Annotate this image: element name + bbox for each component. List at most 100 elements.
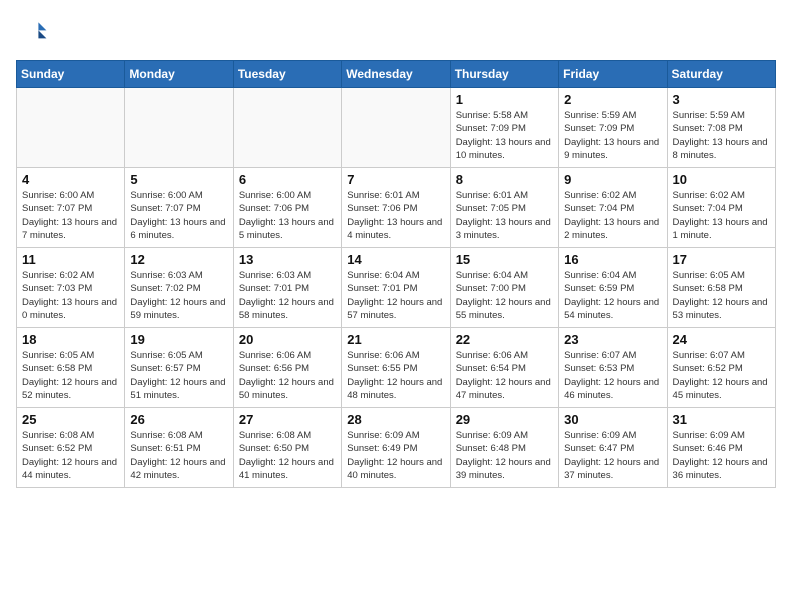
day-number: 5 bbox=[130, 172, 227, 187]
calendar-cell: 25 Sunrise: 6:08 AM Sunset: 6:52 PM Dayli… bbox=[17, 408, 125, 488]
cell-info: Sunrise: 6:02 AM Sunset: 7:04 PM Dayligh… bbox=[564, 189, 661, 242]
calendar-header-row: SundayMondayTuesdayWednesdayThursdayFrid… bbox=[17, 61, 776, 88]
day-number: 25 bbox=[22, 412, 119, 427]
calendar-cell: 1 Sunrise: 5:58 AM Sunset: 7:09 PM Daylig… bbox=[450, 88, 558, 168]
cell-info: Sunrise: 5:59 AM Sunset: 7:09 PM Dayligh… bbox=[564, 109, 661, 162]
calendar-week-2: 11 Sunrise: 6:02 AM Sunset: 7:03 PM Dayli… bbox=[17, 248, 776, 328]
day-number: 3 bbox=[673, 92, 770, 107]
cell-info: Sunrise: 6:09 AM Sunset: 6:48 PM Dayligh… bbox=[456, 429, 553, 482]
cell-info: Sunrise: 6:03 AM Sunset: 7:02 PM Dayligh… bbox=[130, 269, 227, 322]
day-number: 9 bbox=[564, 172, 661, 187]
weekday-header-wednesday: Wednesday bbox=[342, 61, 450, 88]
day-number: 20 bbox=[239, 332, 336, 347]
calendar-cell: 12Sunrise: 6:03 AM Sunset: 7:02 PM Dayli… bbox=[125, 248, 233, 328]
day-number: 11 bbox=[22, 252, 119, 267]
calendar-cell: 11 Sunrise: 6:02 AM Sunset: 7:03 PM Dayli… bbox=[17, 248, 125, 328]
cell-info: Sunrise: 6:00 AM Sunset: 7:06 PM Dayligh… bbox=[239, 189, 336, 242]
calendar-cell: 20 Sunrise: 6:06 AM Sunset: 6:56 PM Dayli… bbox=[233, 328, 341, 408]
day-number: 21 bbox=[347, 332, 444, 347]
cell-info: Sunrise: 6:00 AM Sunset: 7:07 PM Dayligh… bbox=[22, 189, 119, 242]
cell-info: Sunrise: 5:59 AM Sunset: 7:08 PM Dayligh… bbox=[673, 109, 770, 162]
calendar-cell: 31Sunrise: 6:09 AM Sunset: 6:46 PM Dayli… bbox=[667, 408, 775, 488]
day-number: 1 bbox=[456, 92, 553, 107]
logo bbox=[16, 16, 52, 48]
cell-info: Sunrise: 6:06 AM Sunset: 6:55 PM Dayligh… bbox=[347, 349, 444, 402]
cell-info: Sunrise: 6:07 AM Sunset: 6:53 PM Dayligh… bbox=[564, 349, 661, 402]
cell-info: Sunrise: 6:01 AM Sunset: 7:05 PM Dayligh… bbox=[456, 189, 553, 242]
calendar-cell: 6 Sunrise: 6:00 AM Sunset: 7:06 PM Daylig… bbox=[233, 168, 341, 248]
cell-info: Sunrise: 6:01 AM Sunset: 7:06 PM Dayligh… bbox=[347, 189, 444, 242]
calendar-cell: 4 Sunrise: 6:00 AM Sunset: 7:07 PM Daylig… bbox=[17, 168, 125, 248]
day-number: 7 bbox=[347, 172, 444, 187]
calendar-cell bbox=[342, 88, 450, 168]
cell-info: Sunrise: 6:07 AM Sunset: 6:52 PM Dayligh… bbox=[673, 349, 770, 402]
day-number: 6 bbox=[239, 172, 336, 187]
calendar-cell: 8Sunrise: 6:01 AM Sunset: 7:05 PM Daylig… bbox=[450, 168, 558, 248]
day-number: 30 bbox=[564, 412, 661, 427]
cell-info: Sunrise: 6:04 AM Sunset: 7:00 PM Dayligh… bbox=[456, 269, 553, 322]
calendar-cell: 21 Sunrise: 6:06 AM Sunset: 6:55 PM Dayli… bbox=[342, 328, 450, 408]
day-number: 4 bbox=[22, 172, 119, 187]
page-header bbox=[16, 16, 776, 48]
weekday-header-saturday: Saturday bbox=[667, 61, 775, 88]
calendar-week-4: 25 Sunrise: 6:08 AM Sunset: 6:52 PM Dayli… bbox=[17, 408, 776, 488]
cell-info: Sunrise: 6:09 AM Sunset: 6:49 PM Dayligh… bbox=[347, 429, 444, 482]
day-number: 18 bbox=[22, 332, 119, 347]
calendar-cell: 19 Sunrise: 6:05 AM Sunset: 6:57 PM Dayli… bbox=[125, 328, 233, 408]
cell-info: Sunrise: 6:00 AM Sunset: 7:07 PM Dayligh… bbox=[130, 189, 227, 242]
calendar-cell: 15 Sunrise: 6:04 AM Sunset: 7:00 PM Dayli… bbox=[450, 248, 558, 328]
calendar-cell: 13Sunrise: 6:03 AM Sunset: 7:01 PM Dayli… bbox=[233, 248, 341, 328]
day-number: 24 bbox=[673, 332, 770, 347]
calendar-cell: 22 Sunrise: 6:06 AM Sunset: 6:54 PM Dayli… bbox=[450, 328, 558, 408]
calendar-week-0: 1 Sunrise: 5:58 AM Sunset: 7:09 PM Daylig… bbox=[17, 88, 776, 168]
calendar-cell bbox=[17, 88, 125, 168]
day-number: 16 bbox=[564, 252, 661, 267]
calendar-cell: 27 Sunrise: 6:08 AM Sunset: 6:50 PM Dayli… bbox=[233, 408, 341, 488]
calendar-cell: 23Sunrise: 6:07 AM Sunset: 6:53 PM Dayli… bbox=[559, 328, 667, 408]
calendar-cell: 9 Sunrise: 6:02 AM Sunset: 7:04 PM Daylig… bbox=[559, 168, 667, 248]
day-number: 26 bbox=[130, 412, 227, 427]
calendar-cell: 2 Sunrise: 5:59 AM Sunset: 7:09 PM Daylig… bbox=[559, 88, 667, 168]
calendar-cell: 7 Sunrise: 6:01 AM Sunset: 7:06 PM Daylig… bbox=[342, 168, 450, 248]
calendar-cell: 26 Sunrise: 6:08 AM Sunset: 6:51 PM Dayli… bbox=[125, 408, 233, 488]
calendar-cell: 5 Sunrise: 6:00 AM Sunset: 7:07 PM Daylig… bbox=[125, 168, 233, 248]
cell-info: Sunrise: 6:05 AM Sunset: 6:58 PM Dayligh… bbox=[22, 349, 119, 402]
cell-info: Sunrise: 6:02 AM Sunset: 7:03 PM Dayligh… bbox=[22, 269, 119, 322]
day-number: 14 bbox=[347, 252, 444, 267]
weekday-header-thursday: Thursday bbox=[450, 61, 558, 88]
weekday-header-tuesday: Tuesday bbox=[233, 61, 341, 88]
day-number: 27 bbox=[239, 412, 336, 427]
calendar-cell: 14 Sunrise: 6:04 AM Sunset: 7:01 PM Dayli… bbox=[342, 248, 450, 328]
cell-info: Sunrise: 6:06 AM Sunset: 6:56 PM Dayligh… bbox=[239, 349, 336, 402]
day-number: 19 bbox=[130, 332, 227, 347]
cell-info: Sunrise: 5:58 AM Sunset: 7:09 PM Dayligh… bbox=[456, 109, 553, 162]
calendar-cell: 17Sunrise: 6:05 AM Sunset: 6:58 PM Dayli… bbox=[667, 248, 775, 328]
day-number: 2 bbox=[564, 92, 661, 107]
calendar-cell bbox=[125, 88, 233, 168]
cell-info: Sunrise: 6:04 AM Sunset: 6:59 PM Dayligh… bbox=[564, 269, 661, 322]
weekday-header-friday: Friday bbox=[559, 61, 667, 88]
cell-info: Sunrise: 6:05 AM Sunset: 6:58 PM Dayligh… bbox=[673, 269, 770, 322]
day-number: 22 bbox=[456, 332, 553, 347]
calendar-cell bbox=[233, 88, 341, 168]
calendar-cell: 28 Sunrise: 6:09 AM Sunset: 6:49 PM Dayli… bbox=[342, 408, 450, 488]
cell-info: Sunrise: 6:03 AM Sunset: 7:01 PM Dayligh… bbox=[239, 269, 336, 322]
cell-info: Sunrise: 6:04 AM Sunset: 7:01 PM Dayligh… bbox=[347, 269, 444, 322]
calendar-cell: 16 Sunrise: 6:04 AM Sunset: 6:59 PM Dayli… bbox=[559, 248, 667, 328]
cell-info: Sunrise: 6:02 AM Sunset: 7:04 PM Dayligh… bbox=[673, 189, 770, 242]
calendar-cell: 24 Sunrise: 6:07 AM Sunset: 6:52 PM Dayli… bbox=[667, 328, 775, 408]
day-number: 15 bbox=[456, 252, 553, 267]
cell-info: Sunrise: 6:08 AM Sunset: 6:52 PM Dayligh… bbox=[22, 429, 119, 482]
weekday-header-monday: Monday bbox=[125, 61, 233, 88]
cell-info: Sunrise: 6:06 AM Sunset: 6:54 PM Dayligh… bbox=[456, 349, 553, 402]
day-number: 29 bbox=[456, 412, 553, 427]
cell-info: Sunrise: 6:05 AM Sunset: 6:57 PM Dayligh… bbox=[130, 349, 227, 402]
day-number: 28 bbox=[347, 412, 444, 427]
logo-icon bbox=[16, 16, 48, 48]
calendar-week-3: 18 Sunrise: 6:05 AM Sunset: 6:58 PM Dayli… bbox=[17, 328, 776, 408]
calendar-table: SundayMondayTuesdayWednesdayThursdayFrid… bbox=[16, 60, 776, 488]
cell-info: Sunrise: 6:09 AM Sunset: 6:47 PM Dayligh… bbox=[564, 429, 661, 482]
calendar-cell: 10Sunrise: 6:02 AM Sunset: 7:04 PM Dayli… bbox=[667, 168, 775, 248]
cell-info: Sunrise: 6:08 AM Sunset: 6:51 PM Dayligh… bbox=[130, 429, 227, 482]
cell-info: Sunrise: 6:08 AM Sunset: 6:50 PM Dayligh… bbox=[239, 429, 336, 482]
